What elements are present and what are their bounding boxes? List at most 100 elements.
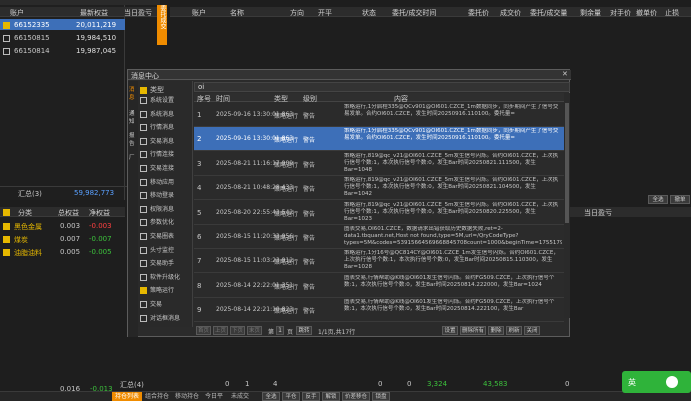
table-scrollbar[interactable] [564,93,570,318]
row-checkbox[interactable] [3,34,13,42]
delete-all-button[interactable]: 删除所有 [460,326,486,335]
totals-v7: 43,583 [483,380,508,388]
reverse-button[interactable]: 反手 [302,392,320,401]
filter-item[interactable]: 行情连接 [140,149,175,159]
filter-item[interactable]: 软件升级化 [140,272,180,281]
filter-item[interactable]: 对话框消息 [140,313,180,322]
col-header: 委托价 [468,9,489,17]
page-input[interactable]: 1 [276,326,284,335]
message-no: 9 [197,306,202,315]
total-value: 59,982,773 [74,189,115,197]
close-button[interactable]: 关闭 [524,326,540,335]
row-checkbox[interactable] [3,222,13,230]
tab-unfilled[interactable]: 未成交 [228,392,252,401]
first-page-button[interactable]: 首页 [196,326,211,335]
filter-item[interactable]: 行情消息 [140,122,174,132]
message-row[interactable]: 7 2025-08-15 11:03:23 912 策略运行 警告 策略运行,1分16号… [194,249,564,274]
category-net: -0.003 [89,222,112,230]
filter-checkbox[interactable] [140,124,147,132]
filter-checkbox[interactable] [140,260,147,268]
filter-item[interactable]: 交易圈表 [140,231,174,240]
account-row[interactable]: 66150815 19,984,510 [0,32,125,43]
tab-other[interactable]: 厂 [129,153,138,161]
filter-checkbox[interactable] [140,137,147,145]
filter-item[interactable]: 权限消息 [140,204,174,213]
message-row[interactable]: 6 2025-08-15 11:20:33 956 策略运行 警告 图表交易,OI601… [194,225,564,249]
header-checkbox[interactable] [3,208,13,216]
cancel-order-button[interactable]: 撤单 [670,195,690,204]
filter-checkbox[interactable] [140,192,147,200]
filter-checkbox[interactable] [140,246,147,254]
side-tab-orders[interactable]: 委托成交 [157,5,167,45]
tab-combo-position[interactable]: 组合持仓 [142,392,172,401]
tab-move-position[interactable]: 移动持仓 [172,392,202,401]
filter-item[interactable]: 头寸监控 [140,245,174,254]
lock-button[interactable]: 锁盘 [372,392,390,401]
row-checkbox[interactable] [3,47,13,55]
row-checkbox[interactable] [3,21,13,29]
settings-button[interactable]: 设置 [442,326,458,335]
notice-toast[interactable]: 英 [622,371,691,393]
next-page-button[interactable]: 下页 [230,326,245,335]
category-row[interactable]: 黑色金属 0.003 -0.003 [0,220,125,231]
filter-checkbox[interactable] [140,233,147,240]
select-all-button[interactable]: 全选 [648,195,668,204]
account-row[interactable]: 66150814 19,987,045 [0,45,125,56]
message-row[interactable]: 4 2025-08-21 10:48:28 433 策略运行 警告 策略运行,819@q… [194,176,564,201]
filter-header[interactable]: 类型 [140,85,164,95]
filter-item[interactable]: 系统设置 [140,95,174,104]
row-checkbox[interactable] [3,248,13,256]
category-row[interactable]: 煤炭 0.007 -0.007 [0,233,125,244]
message-row[interactable]: 2 2025-09-16 13:30:01 863 策略运行 警告 策略运行,1分启程3… [194,127,564,152]
filter-checkbox[interactable] [140,110,147,118]
search-field[interactable]: oi [194,82,570,92]
filter-checkbox[interactable] [140,205,147,213]
message-row[interactable]: 3 2025-08-21 11:16:17 909 策略运行 警告 策略运行,819@q… [194,152,564,176]
filter-checkbox[interactable] [140,287,147,295]
last-page-button[interactable]: 末页 [247,326,262,335]
col-header: 委托/成交量 [530,9,568,17]
filter-checkbox[interactable] [140,301,147,308]
refresh-button[interactable]: 刷新 [506,326,522,335]
unlock-button[interactable]: 解锁 [322,392,340,401]
delete-button[interactable]: 删除 [488,326,504,335]
select-all-bottom-button[interactable]: 全选 [262,392,280,401]
prev-page-button[interactable]: 上页 [213,326,228,335]
filter-checkbox[interactable] [140,97,147,104]
col-header: 对手价 [610,9,631,17]
filter-item[interactable]: 移动登录 [140,190,174,200]
message-row[interactable]: 9 2025-08-14 22:21:10 823 策略运行 警告 图表交易,行情帮助@… [194,298,564,323]
filter-checkbox[interactable] [140,219,147,227]
filter-item[interactable]: 系统消息 [140,109,174,118]
filter-item[interactable]: 策略运行 [140,285,174,295]
filter-item[interactable]: 交易消息 [140,136,174,145]
filter-item[interactable]: 交易 [140,299,162,308]
message-row[interactable]: 5 2025-08-20 22:55:43 542 策略运行 警告 策略运行,819@q… [194,201,564,225]
filter-checkbox[interactable] [140,178,147,186]
tab-messages[interactable]: 消息 [129,85,138,101]
filter-checkbox[interactable] [140,151,147,159]
dialog-titlebar[interactable]: 消息中心 ✕ [128,70,571,80]
tab-position-list[interactable]: 持仓列表 [112,392,143,401]
go-page-button[interactable]: 跳转 [296,326,312,335]
tab-notice[interactable]: 通知 [129,109,138,125]
filter-checkbox[interactable] [140,314,147,322]
close-icon[interactable]: ✕ [562,70,568,78]
tab-today-close[interactable]: 今日平 [202,392,226,401]
filter-item[interactable]: 移动应用 [140,177,174,186]
filter-item[interactable]: 参数优化 [140,217,174,227]
filter-item[interactable]: 交易连接 [140,163,174,172]
message-row[interactable]: 8 2025-08-14 22:22:01 351 策略运行 警告 图表交易,行情帮助@… [194,274,564,298]
row-checkbox[interactable] [3,235,13,243]
filter-checkbox[interactable] [140,273,147,281]
filter-item[interactable]: 交易助手 [140,258,174,268]
filter-checkbox[interactable] [140,165,147,172]
close-position-button[interactable]: 平仓 [282,392,300,401]
spread-move-button[interactable]: 价差移仓 [342,392,370,401]
scrollbar-thumb[interactable] [565,103,569,223]
category-row[interactable]: 油脂油料 0.005 -0.005 [0,246,125,257]
filter-label: 行情连接 [150,151,175,159]
tab-report[interactable]: 报告 [129,131,138,147]
message-row[interactable]: 1 2025-09-16 13:30:01 863 策略运行 警告 策略运行,1分启程3… [194,103,564,127]
account-row[interactable]: 66152335 20,011,219 [0,19,125,30]
